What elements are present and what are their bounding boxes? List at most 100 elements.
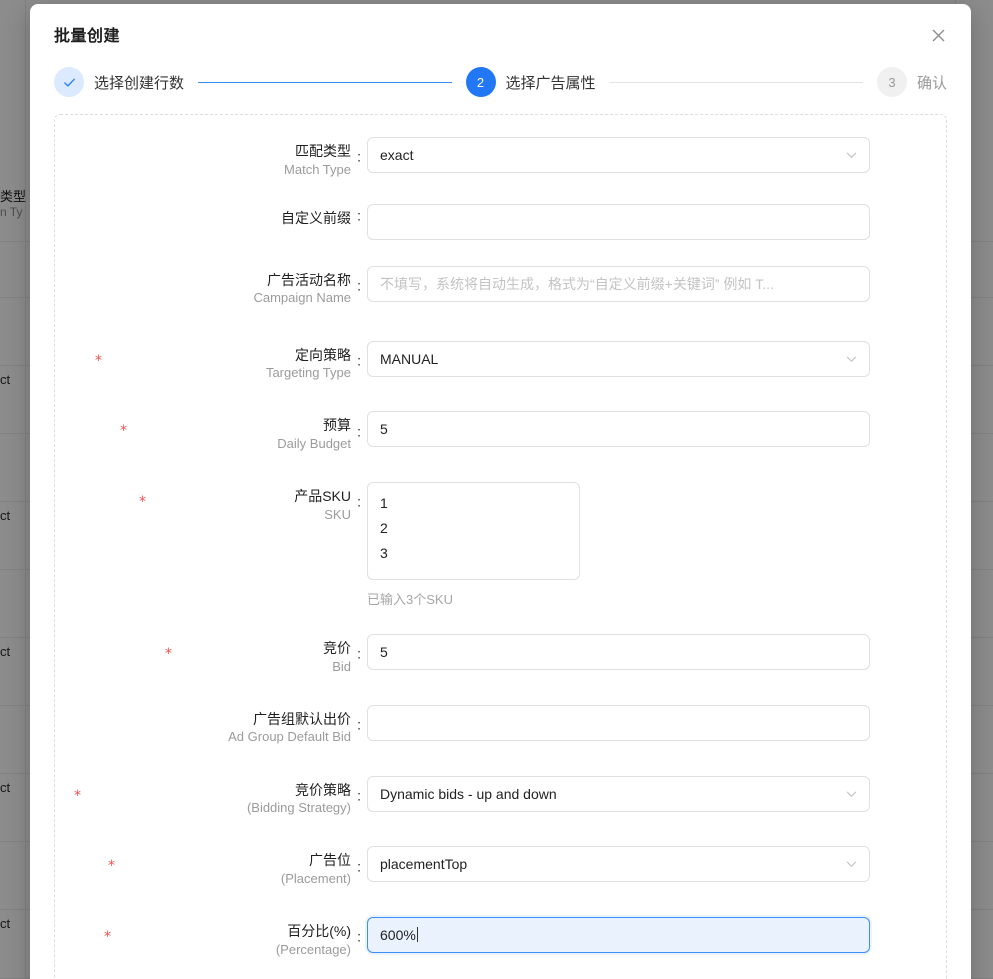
textarea-sku[interactable]: 1 2 3 <box>367 482 580 580</box>
required-asterisk: * <box>104 929 111 945</box>
label-placement: * 广告位 (Placement) : <box>55 846 361 887</box>
page-title: 批量创建 <box>54 28 121 45</box>
label-campaign-name-cn: 广告活动名称 <box>267 271 351 288</box>
control-campaign-name: 不填写，系统将自动生成，格式为“自定义前缀+关键词” 例如 T... <box>367 265 870 302</box>
step-3-label: 确认 <box>917 74 948 92</box>
chevron-down-icon <box>846 859 857 870</box>
step-1-label: 选择创建行数 <box>94 74 185 92</box>
input-bid[interactable]: 5 <box>367 634 870 670</box>
label-sku: * 产品SKU SKU : <box>55 482 361 523</box>
label-match-type: 匹配类型 Match Type : <box>55 137 361 178</box>
control-daily-budget: 5 <box>367 411 870 448</box>
control-bid: 5 <box>367 634 870 670</box>
text-caret <box>416 927 418 942</box>
sku-count-hint: 已输入3个SKU <box>367 592 453 607</box>
label-colon: : <box>357 493 361 510</box>
control-placement: placementTop <box>367 846 870 883</box>
required-asterisk: * <box>108 858 115 875</box>
label-colon: : <box>357 352 361 369</box>
form-row-campaign-name: 广告活动名称 Campaign Name : 不填写，系统将自动生成，格式为“自… <box>55 265 946 307</box>
chevron-down-icon <box>846 788 857 799</box>
step-connector-1 <box>198 81 452 83</box>
label-daily-budget: * 预算 Daily Budget : <box>55 411 361 452</box>
select-bidding-strategy[interactable]: Dynamic bids - up and down <box>367 775 870 812</box>
label-match-type-en: Match Type <box>284 161 351 177</box>
form-row-sku: * 产品SKU SKU : 1 2 3 已输入3个SKU <box>55 482 946 608</box>
label-percentage-en: (Percentage) <box>275 941 351 957</box>
label-colon: : <box>357 422 361 439</box>
label-custom-prefix: 自定义前缀 : <box>55 204 361 228</box>
input-daily-budget[interactable]: 5 <box>367 411 870 448</box>
control-match-type: exact <box>367 137 870 173</box>
label-daily-budget-cn: 预算 <box>323 417 351 434</box>
label-campaign-name-en: Campaign Name <box>253 290 351 306</box>
close-icon[interactable] <box>923 20 953 50</box>
control-targeting-type: MANUAL <box>367 340 870 377</box>
label-percentage: * 百分比(%) (Percentage) : <box>55 917 361 958</box>
required-asterisk: * <box>95 352 102 369</box>
step-2[interactable]: 2 选择广告属性 <box>465 67 596 97</box>
label-colon: : <box>357 928 361 945</box>
page-root: 类型 n Ty ct ct ct ct ct 批量创建 选择创建行数 2 选择广… <box>0 0 993 979</box>
input-percentage[interactable]: 600% <box>367 917 870 953</box>
label-colon: : <box>357 206 361 223</box>
step-connector-2 <box>609 81 863 83</box>
form-row-daily-budget: * 预算 Daily Budget : 5 <box>55 411 946 452</box>
form-row-bid: * 竞价 Bid : 5 <box>55 634 946 675</box>
control-sku: 1 2 3 已输入3个SKU <box>367 482 580 608</box>
input-percentage-value: 600% <box>380 927 416 943</box>
select-targeting-type-value: MANUAL <box>380 350 439 367</box>
select-match-type-value: exact <box>380 147 414 163</box>
required-asterisk: * <box>139 494 146 510</box>
label-colon: : <box>357 716 361 733</box>
step-1[interactable]: 选择创建行数 <box>54 67 184 97</box>
step-2-label: 选择广告属性 <box>505 74 596 92</box>
step-2-circle: 2 <box>465 67 496 97</box>
label-colon: : <box>357 148 361 165</box>
form-row-custom-prefix: 自定义前缀 : <box>55 203 946 240</box>
form-row-ad-group-default-bid: 广告组默认出价 Ad Group Default Bid : <box>55 704 946 746</box>
input-campaign-name[interactable]: 不填写，系统将自动生成，格式为“自定义前缀+关键词” 例如 T... <box>367 265 870 302</box>
chevron-down-icon <box>846 353 857 364</box>
label-bid: * 竞价 Bid : <box>55 634 361 675</box>
required-asterisk: * <box>120 423 127 440</box>
batch-create-modal: 批量创建 选择创建行数 2 选择广告属性 3 确认 匹配类型 Match Typ… <box>30 4 971 979</box>
label-custom-prefix-cn: 自定义前缀 <box>281 209 351 226</box>
label-targeting-type: * 定向策略 Targeting Type : <box>55 341 361 382</box>
input-custom-prefix[interactable] <box>367 203 870 240</box>
step-3-circle: 3 <box>877 67 907 97</box>
label-match-type-cn: 匹配类型 <box>295 143 351 159</box>
select-match-type[interactable]: exact <box>367 137 870 173</box>
label-bid-en: Bid <box>332 658 351 674</box>
form-row-placement: * 广告位 (Placement) : placementTop <box>55 846 946 887</box>
chevron-down-icon <box>846 150 857 161</box>
label-colon: : <box>357 277 361 294</box>
required-asterisk: * <box>74 787 81 804</box>
label-campaign-name: 广告活动名称 Campaign Name : <box>55 266 361 307</box>
label-sku-en: SKU <box>324 506 351 522</box>
form-row-bidding-strategy: * 竞价策略 (Bidding Strategy) : Dynamic bids… <box>55 775 946 817</box>
label-ad-group-default-bid: 广告组默认出价 Ad Group Default Bid : <box>55 705 361 746</box>
control-custom-prefix <box>367 203 870 240</box>
label-daily-budget-en: Daily Budget <box>277 435 351 451</box>
label-placement-en: (Placement) <box>280 870 351 886</box>
label-placement-cn: 广告位 <box>309 852 351 869</box>
step-3[interactable]: 3 确认 <box>877 67 947 97</box>
label-bid-cn: 竞价 <box>323 640 351 656</box>
step-indicator: 选择创建行数 2 选择广告属性 3 确认 <box>30 52 971 104</box>
label-colon: : <box>357 645 361 662</box>
select-bidding-strategy-value: Dynamic bids - up and down <box>380 785 557 802</box>
label-bidding-strategy: * 竞价策略 (Bidding Strategy) : <box>55 776 361 817</box>
select-placement[interactable]: placementTop <box>367 846 870 883</box>
input-ad-group-default-bid[interactable] <box>367 704 870 741</box>
label-percentage-cn: 百分比(%) <box>287 923 351 939</box>
select-targeting-type[interactable]: MANUAL <box>367 340 870 377</box>
modal-header: 批量创建 <box>30 4 971 52</box>
label-colon: : <box>357 857 361 874</box>
label-bidding-strategy-cn: 竞价策略 <box>295 781 351 798</box>
required-asterisk: * <box>165 646 172 662</box>
control-bidding-strategy: Dynamic bids - up and down <box>367 775 870 812</box>
form-row-percentage: * 百分比(%) (Percentage) : 600% <box>55 917 946 958</box>
label-bidding-strategy-en: (Bidding Strategy) <box>246 800 351 815</box>
control-ad-group-default-bid <box>367 704 870 741</box>
